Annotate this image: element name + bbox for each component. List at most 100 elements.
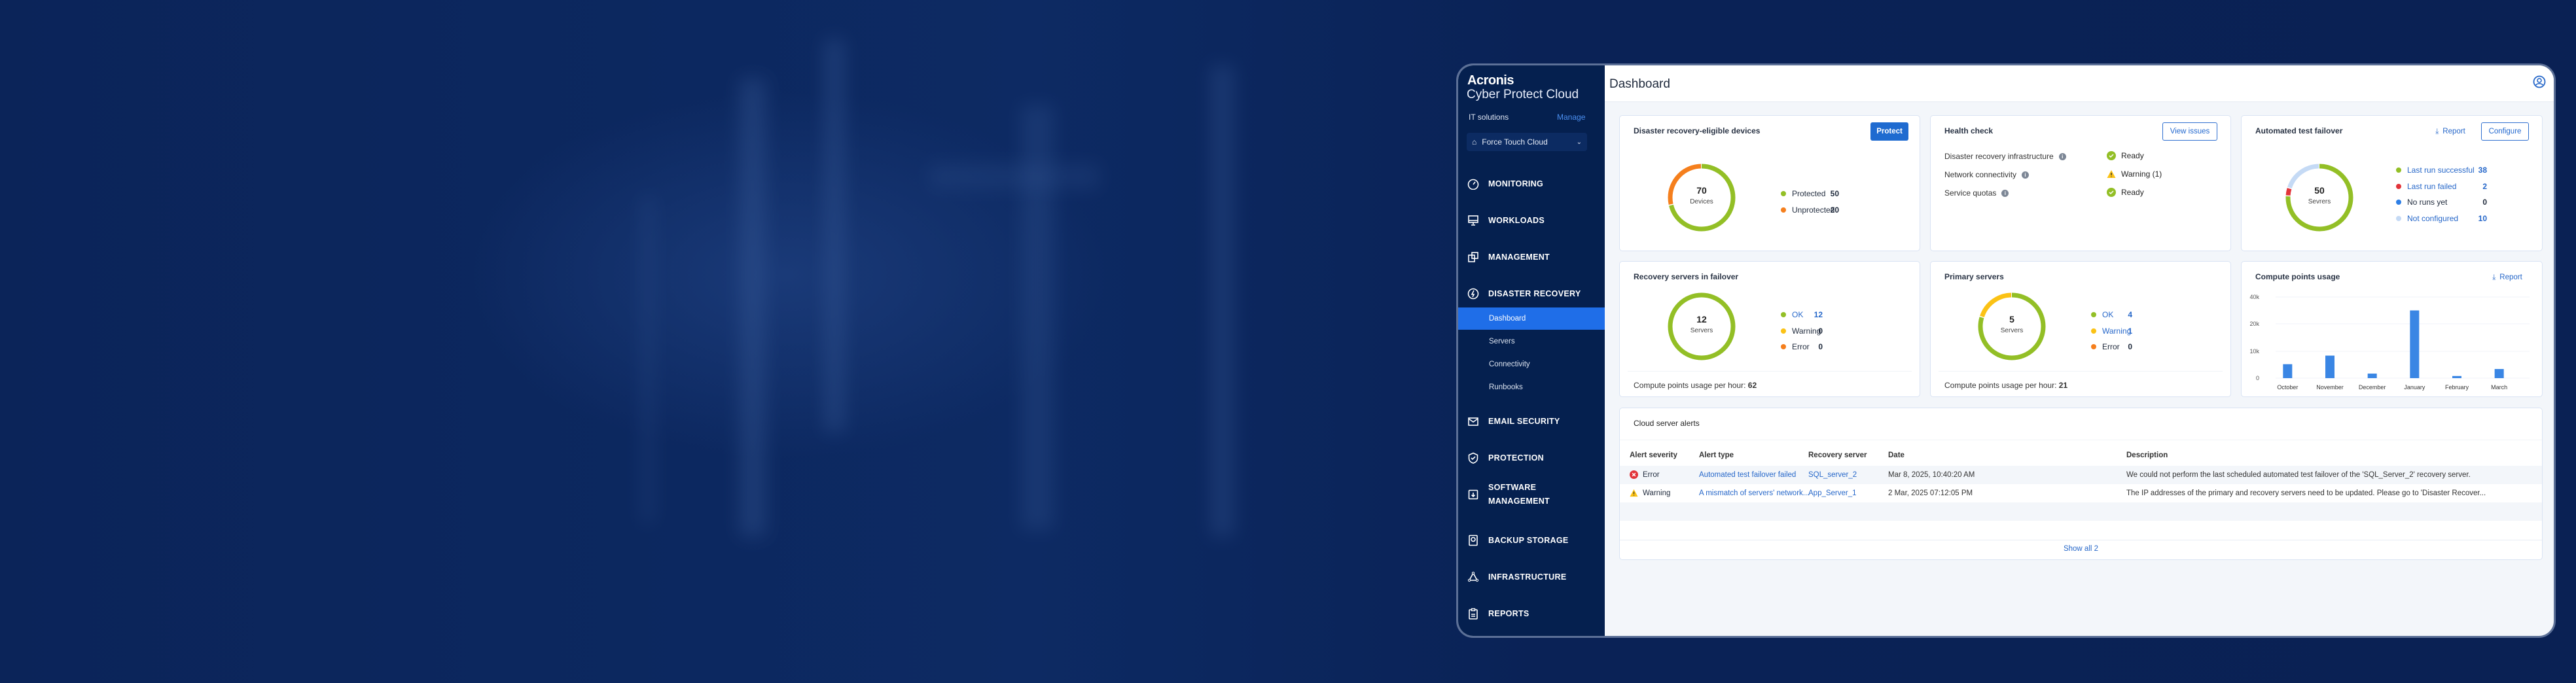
sidebar-subitem-connectivity[interactable]: Connectivity — [1458, 353, 1605, 376]
donut-unit: Servers — [1690, 327, 1713, 334]
report-button[interactable]: ⤓ Report — [2427, 122, 2473, 141]
health-status: Ready — [2107, 188, 2144, 197]
header: Dashboard — [1605, 65, 2554, 102]
sidebar-subitem-servers[interactable]: Servers — [1458, 330, 1605, 353]
legend-value: 12 — [1814, 310, 1823, 319]
card-title: Automated test failover — [2255, 126, 2343, 135]
sidebar-item-label: EMAIL SECURITY — [1488, 417, 1560, 426]
sidebar-item-label: SOFTWARE MANAGEMENT — [1488, 483, 1550, 506]
bar-january — [2410, 310, 2420, 378]
info-icon[interactable]: i — [2001, 189, 2009, 197]
warning-icon — [2107, 170, 2116, 178]
sidebar-item-label: BACKUP STORAGE — [1488, 536, 1569, 545]
sidebar-item-email-security[interactable]: EMAIL SECURITY — [1458, 415, 1605, 429]
sidebar-item-workloads[interactable]: WORKLOADS — [1458, 214, 1605, 228]
user-account-icon[interactable] — [2533, 75, 2546, 88]
card-title: Cloud server alerts — [1634, 419, 1700, 428]
legend-value: 50 — [1830, 189, 1839, 198]
download-box-icon — [1468, 489, 1478, 500]
protect-button[interactable]: Protect — [1870, 122, 1908, 141]
legend-value: 0 — [2482, 198, 2487, 207]
table-row[interactable]: Error Automated test failover failed SQL_s… — [1620, 466, 2542, 484]
health-row-label: Network connectivity i — [1944, 170, 2030, 179]
legend-value: 0 — [1818, 326, 1823, 336]
sidebar-item-software[interactable]: SOFTWARE MANAGEMENT — [1458, 480, 1605, 509]
legend-dot — [2396, 167, 2401, 173]
sidebar-item-label: DISASTER RECOVERY — [1488, 289, 1581, 298]
sidebar-item-reports[interactable]: REPORTS — [1458, 607, 1605, 621]
sidebar-item-disaster-recovery[interactable]: DISASTER RECOVERY — [1458, 287, 1605, 301]
compute-points-chart: 0 10k 20k 40k October November December January… — [2249, 294, 2530, 391]
donut-total: 5 — [2009, 314, 2014, 324]
sidebar-item-monitoring[interactable]: MONITORING — [1458, 177, 1605, 191]
cell-type[interactable]: Automated test failover failed — [1699, 466, 1796, 484]
column-header[interactable]: Alert type — [1699, 446, 1734, 464]
sidebar-item-label: REPORTS — [1488, 609, 1530, 618]
clipboard-icon — [1469, 608, 1478, 620]
card-title: Primary servers — [1944, 272, 2004, 281]
view-issues-button[interactable]: View issues — [2162, 122, 2217, 141]
sidebar-item-label: MANAGEMENT — [1488, 253, 1550, 262]
envelope-icon — [1468, 417, 1478, 426]
bar-march — [2494, 369, 2504, 378]
column-header[interactable]: Recovery server — [1808, 446, 1867, 464]
sidebar-item-backup-storage[interactable]: BACKUP STORAGE — [1458, 534, 1605, 548]
devices-card: Disaster recovery-eligible devices Prote… — [1619, 115, 1920, 251]
legend-value: 38 — [2478, 166, 2487, 175]
section-label: IT solutions — [1469, 113, 1509, 122]
legend-item[interactable]: Not configured — [2396, 214, 2458, 223]
column-header[interactable]: Description — [2126, 446, 2168, 464]
legend-dot — [2091, 312, 2096, 317]
page-title: Dashboard — [1609, 77, 1670, 91]
show-all-link[interactable]: Show all 2 — [1620, 545, 2542, 553]
donut-total: 70 — [1696, 185, 1707, 196]
cell-type[interactable]: A mismatch of servers' network... — [1699, 484, 1809, 502]
chevron-down-icon: ⌄ — [1576, 138, 1582, 146]
windows-icon — [1468, 252, 1478, 262]
column-header[interactable]: Alert severity — [1630, 446, 1677, 464]
donut-unit: Devices — [1690, 198, 1713, 205]
info-icon[interactable]: i — [2022, 171, 2030, 179]
home-icon: ⌂ — [1472, 137, 1477, 147]
legend-dot — [1781, 328, 1786, 334]
y-tick-label: 20k — [2249, 321, 2259, 327]
gauge-icon — [1467, 179, 1479, 190]
network-icon — [1467, 571, 1479, 582]
legend-dot — [2091, 328, 2096, 334]
legend-value: 1 — [2128, 326, 2132, 336]
sidebar-item-protection[interactable]: PROTECTION — [1458, 451, 1605, 465]
sidebar-item-management[interactable]: MANAGEMENT — [1458, 251, 1605, 264]
sidebar-item-infrastructure[interactable]: INFRASTRUCTURE — [1458, 570, 1605, 584]
x-tick-label: October — [2277, 384, 2298, 391]
x-tick-label: December — [2359, 384, 2386, 391]
sidebar-item-label: MONITORING — [1488, 179, 1544, 188]
legend-item: No runs yet — [2396, 198, 2447, 207]
info-icon[interactable]: i — [2058, 152, 2066, 160]
brand-logo: Acronis — [1467, 73, 1514, 88]
donut-total: 12 — [1696, 314, 1707, 324]
sidebar: Acronis Cyber Protect Cloud IT solutions… — [1458, 65, 1605, 636]
column-header[interactable]: Date — [1888, 446, 1905, 464]
check-circle-icon — [2107, 151, 2116, 160]
legend-value: 20 — [1830, 205, 1839, 215]
legend-item[interactable]: Last run failed — [2396, 182, 2456, 191]
legend-dot — [2396, 215, 2401, 221]
compute-usage-footer: Compute points usage per hour: 21 — [1944, 381, 2068, 390]
x-tick-label: March — [2491, 384, 2507, 391]
card-title: Health check — [1944, 126, 1994, 135]
cell-description: The IP addresses of the primary and reco… — [2126, 489, 2486, 497]
tenant-selector[interactable]: ⌂ Force Touch Cloud ⌄ — [1467, 133, 1587, 151]
cell-server[interactable]: App_Server_1 — [1808, 484, 1857, 502]
card-title: Disaster recovery-eligible devices — [1634, 126, 1761, 135]
sidebar-subitem-dashboard[interactable]: Dashboard — [1458, 307, 1605, 330]
download-icon: ⤓ — [2435, 127, 2439, 135]
product-name: Cyber Protect Cloud — [1467, 88, 1579, 101]
bar-october — [2283, 364, 2293, 378]
configure-button[interactable]: Configure — [2481, 122, 2529, 141]
manage-link[interactable]: Manage — [1557, 113, 1585, 122]
sidebar-subitem-runbooks[interactable]: Runbooks — [1458, 376, 1605, 398]
empty-row — [1620, 521, 2542, 539]
donut-total: 50 — [2314, 185, 2325, 196]
cell-server[interactable]: SQL_server_2 — [1808, 466, 1857, 484]
table-row[interactable]: Warning A mismatch of servers' network...… — [1620, 484, 2542, 502]
